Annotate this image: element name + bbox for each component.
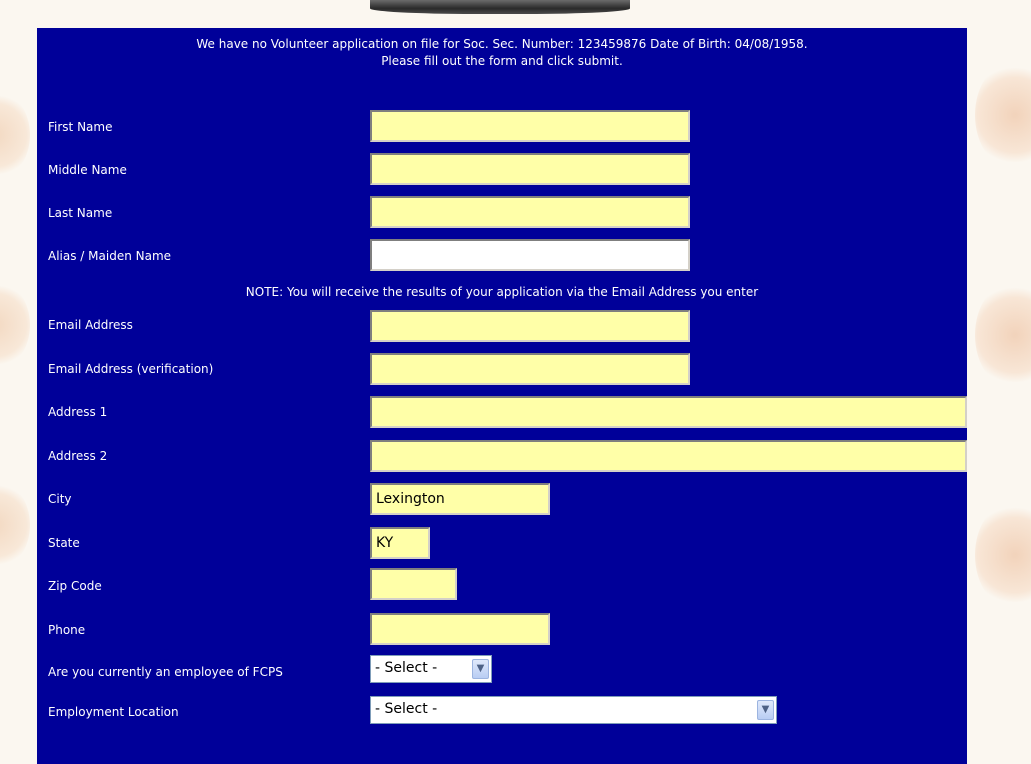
background-decoration — [0, 480, 30, 570]
location-label: Employment Location — [48, 705, 179, 719]
background-decoration — [975, 500, 1031, 610]
location-select-value: - Select - — [375, 701, 438, 717]
first-name-input[interactable] — [370, 110, 690, 142]
chevron-down-icon[interactable]: ▼ — [757, 700, 774, 720]
background-decoration — [975, 280, 1031, 390]
city-input[interactable] — [370, 483, 550, 515]
location-select[interactable]: - Select - ▼ — [370, 696, 777, 724]
background-decoration — [0, 280, 30, 370]
alias-label: Alias / Maiden Name — [48, 249, 172, 263]
employee-select-value: - Select - — [375, 660, 438, 676]
email-input[interactable] — [370, 310, 690, 342]
middle-name-label: Middle Name — [48, 163, 127, 177]
first-name-label: First Name — [48, 120, 113, 134]
header-banner-image — [370, 0, 630, 14]
zip-label: Zip Code — [48, 579, 102, 593]
email-verify-label: Email Address (verification) — [48, 362, 214, 376]
alias-input[interactable] — [370, 239, 690, 271]
address2-input[interactable] — [370, 440, 967, 472]
chevron-down-icon[interactable]: ▼ — [472, 659, 489, 679]
city-label: City — [48, 492, 72, 506]
state-label: State — [48, 536, 80, 550]
background-decoration — [0, 90, 30, 180]
background-decoration — [975, 60, 1031, 170]
email-label: Email Address — [48, 318, 133, 332]
state-input[interactable] — [370, 527, 430, 559]
intro-message: We have no Volunteer application on file… — [37, 36, 967, 70]
intro-line-1: We have no Volunteer application on file… — [196, 37, 808, 51]
last-name-input[interactable] — [370, 196, 690, 228]
zip-input[interactable] — [370, 568, 457, 600]
email-note: NOTE: You will receive the results of yo… — [245, 285, 759, 299]
address1-input[interactable] — [370, 396, 967, 428]
email-verify-input[interactable] — [370, 353, 690, 385]
address2-label: Address 2 — [48, 449, 108, 463]
employee-label: Are you currently an employee of FCPS — [48, 665, 283, 679]
employee-select[interactable]: - Select - ▼ — [370, 655, 492, 683]
phone-input[interactable] — [370, 613, 550, 645]
phone-label: Phone — [48, 623, 86, 637]
middle-name-input[interactable] — [370, 153, 690, 185]
intro-line-2: Please fill out the form and click submi… — [381, 54, 623, 68]
address1-label: Address 1 — [48, 405, 108, 419]
application-form-panel: We have no Volunteer application on file… — [37, 28, 967, 764]
last-name-label: Last Name — [48, 206, 113, 220]
